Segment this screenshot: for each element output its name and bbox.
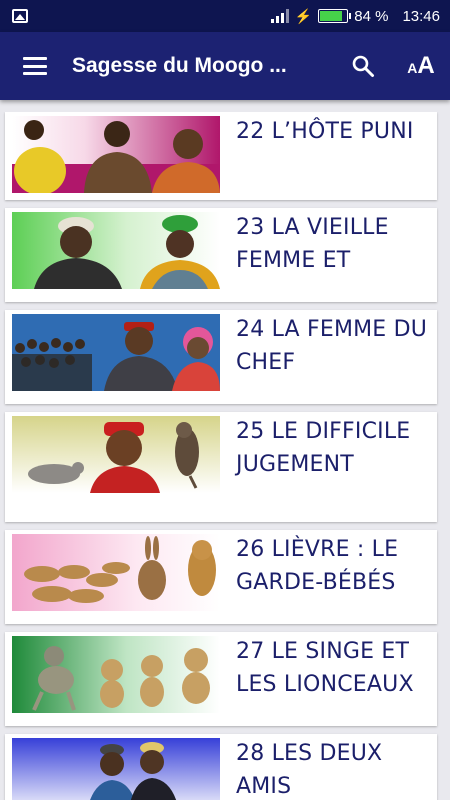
charging-icon: ⚡ [294, 7, 313, 24]
battery-percent: 84 % [354, 7, 389, 25]
story-title: 22 L’HÔTE PUNI [236, 119, 414, 144]
hamburger-menu-icon [23, 57, 47, 75]
story-card[interactable]: 28 LES DEUX AMIS [5, 734, 437, 800]
battery-level-fill [320, 11, 343, 21]
app-bar: Sagesse du Moogo ... AA [0, 32, 450, 100]
search-icon [352, 55, 374, 77]
font-size-icon: AA [407, 52, 434, 80]
gallery-icon [12, 9, 28, 23]
story-title: 28 LES DEUX AMIS [236, 741, 383, 799]
story-thumbnail [12, 314, 220, 391]
font-size-button[interactable]: AA [392, 32, 450, 100]
battery-icon [318, 9, 352, 23]
story-title: 25 LE DIFFICILE JUGEMENT [236, 419, 411, 477]
story-thumbnail [12, 116, 220, 193]
story-list: 22 L’HÔTE PUNI 23 LA VIEILLE FEMME ET 24… [0, 112, 450, 800]
status-bar: ⚡ 84 % 13:46 [0, 0, 450, 32]
story-card[interactable]: 22 L’HÔTE PUNI [5, 112, 437, 200]
story-thumbnail [12, 212, 220, 289]
story-thumbnail [12, 636, 220, 713]
story-card[interactable]: 23 LA VIEILLE FEMME ET [5, 208, 437, 302]
clock: 13:46 [402, 7, 440, 25]
story-card[interactable]: 27 LE SINGE ET LES LIONCEAUX [5, 632, 437, 726]
story-thumbnail [12, 738, 220, 800]
story-title: 24 LA FEMME DU CHEF [236, 317, 428, 375]
app-title: Sagesse du Moogo ... [72, 54, 287, 77]
search-button[interactable] [334, 32, 392, 100]
story-card[interactable]: 26 LIÈVRE : LE GARDE-BÉBÉS [5, 530, 437, 624]
story-title: 27 LE SINGE ET LES LIONCEAUX [236, 639, 414, 697]
font-size-small-letter: A [407, 60, 418, 76]
menu-button[interactable] [0, 32, 70, 100]
story-thumbnail [12, 416, 220, 493]
story-card[interactable]: 24 LA FEMME DU CHEF [5, 310, 437, 404]
story-title: 23 LA VIEILLE FEMME ET [236, 215, 389, 273]
signal-icon [270, 9, 289, 23]
font-size-big-letter: A [417, 52, 435, 79]
story-card[interactable]: 25 LE DIFFICILE JUGEMENT [5, 412, 437, 522]
story-title: 26 LIÈVRE : LE GARDE-BÉBÉS [236, 537, 399, 595]
story-thumbnail [12, 534, 220, 611]
